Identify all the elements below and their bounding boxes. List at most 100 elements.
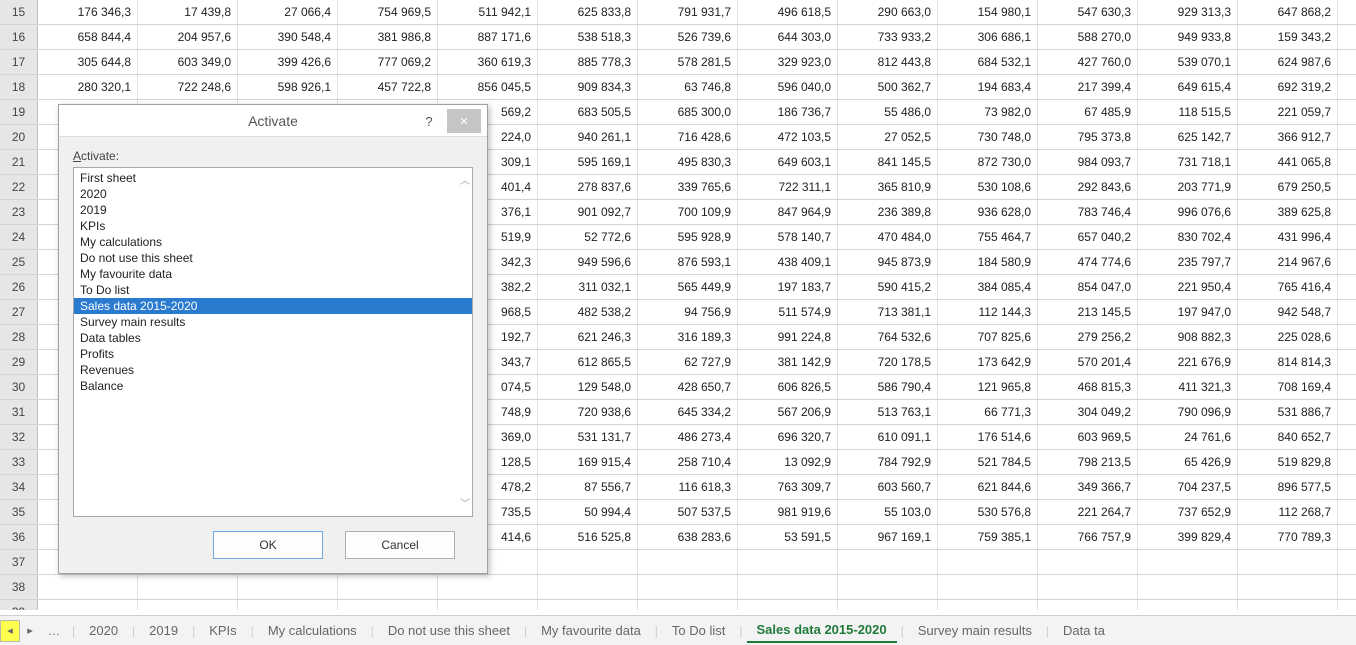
cell[interactable]: 606 826,5: [738, 375, 838, 399]
cell[interactable]: 679 250,5: [1238, 175, 1338, 199]
cell[interactable]: 339 765,6: [638, 175, 738, 199]
sheet-tab[interactable]: 2020: [79, 619, 128, 642]
sheet-tab[interactable]: Sales data 2015-2020: [747, 618, 897, 643]
cell[interactable]: 649 615,4: [1138, 75, 1238, 99]
cell[interactable]: 733 933,2: [838, 25, 938, 49]
cell[interactable]: 154 980,1: [938, 0, 1038, 24]
cell[interactable]: 486 273,4: [638, 425, 738, 449]
cell[interactable]: 759 385,1: [938, 525, 1038, 549]
cell[interactable]: 716 428,6: [638, 125, 738, 149]
cell[interactable]: 791 931,7: [638, 0, 738, 24]
cell[interactable]: 519 829,8: [1238, 450, 1338, 474]
list-item[interactable]: Profits: [74, 346, 472, 362]
cell[interactable]: 586 790,4: [838, 375, 938, 399]
cell[interactable]: 53 591,5: [738, 525, 838, 549]
cell[interactable]: 812 443,8: [838, 50, 938, 74]
cell[interactable]: 159 343,2: [1238, 25, 1338, 49]
cell[interactable]: 638 283,6: [638, 525, 738, 549]
cell[interactable]: 441 065,8: [1238, 150, 1338, 174]
cell[interactable]: 595 169,1: [538, 150, 638, 174]
list-item[interactable]: KPIs: [74, 218, 472, 234]
list-item[interactable]: Balance: [74, 378, 472, 394]
cell[interactable]: [1238, 600, 1338, 610]
cell[interactable]: 588 270,0: [1038, 25, 1138, 49]
cell[interactable]: 942 548,7: [1238, 300, 1338, 324]
cell[interactable]: [438, 600, 538, 610]
cell[interactable]: 692 319,2: [1238, 75, 1338, 99]
cell[interactable]: 766 757,9: [1038, 525, 1138, 549]
cell[interactable]: [1138, 550, 1238, 574]
cell[interactable]: [1038, 600, 1138, 610]
cell[interactable]: 949 933,8: [1138, 25, 1238, 49]
cancel-button[interactable]: Cancel: [345, 531, 455, 559]
cell[interactable]: 539 070,1: [1138, 50, 1238, 74]
cell[interactable]: 929 313,3: [1138, 0, 1238, 24]
cell[interactable]: [738, 600, 838, 610]
cell[interactable]: 279 256,2: [1038, 325, 1138, 349]
sheet-tab[interactable]: Data ta: [1053, 619, 1115, 642]
cell[interactable]: 468 815,3: [1038, 375, 1138, 399]
cell[interactable]: 411 321,3: [1138, 375, 1238, 399]
cell[interactable]: 996 076,6: [1138, 200, 1238, 224]
cell[interactable]: [538, 575, 638, 599]
cell[interactable]: 516 525,8: [538, 525, 638, 549]
cell[interactable]: 731 718,1: [1138, 150, 1238, 174]
cell[interactable]: [1138, 600, 1238, 610]
cell[interactable]: [338, 600, 438, 610]
scroll-up-icon[interactable]: ︿: [460, 172, 470, 187]
cell[interactable]: 777 069,2: [338, 50, 438, 74]
cell[interactable]: 214 967,6: [1238, 250, 1338, 274]
cell[interactable]: 765 416,4: [1238, 275, 1338, 299]
cell[interactable]: 755 464,7: [938, 225, 1038, 249]
row-header[interactable]: 19: [0, 100, 38, 124]
cell[interactable]: 17 439,8: [138, 0, 238, 24]
cell[interactable]: 565 449,9: [638, 275, 738, 299]
cell[interactable]: 482 538,2: [538, 300, 638, 324]
row-header[interactable]: 35: [0, 500, 38, 524]
row-header[interactable]: 37: [0, 550, 38, 574]
cell[interactable]: [338, 575, 438, 599]
cell[interactable]: 169 915,4: [538, 450, 638, 474]
cell[interactable]: 908 882,3: [1138, 325, 1238, 349]
cell[interactable]: 176 346,3: [38, 0, 138, 24]
cell[interactable]: 496 618,5: [738, 0, 838, 24]
cell[interactable]: [738, 575, 838, 599]
cell[interactable]: 840 652,7: [1238, 425, 1338, 449]
sheet-tab[interactable]: Survey main results: [908, 619, 1042, 642]
cell[interactable]: 830 702,4: [1138, 225, 1238, 249]
cell[interactable]: 530 108,6: [938, 175, 1038, 199]
cell[interactable]: 784 792,9: [838, 450, 938, 474]
sheet-tab[interactable]: 2019: [139, 619, 188, 642]
list-item[interactable]: Sales data 2015-2020: [74, 298, 472, 314]
cell[interactable]: 290 663,0: [838, 0, 938, 24]
list-item[interactable]: My calculations: [74, 234, 472, 250]
cell[interactable]: 764 532,6: [838, 325, 938, 349]
cell[interactable]: 399 829,4: [1138, 525, 1238, 549]
cell[interactable]: 856 045,5: [438, 75, 538, 99]
cell[interactable]: 798 213,5: [1038, 450, 1138, 474]
cell[interactable]: 389 625,8: [1238, 200, 1338, 224]
row-header[interactable]: 26: [0, 275, 38, 299]
row-header[interactable]: 28: [0, 325, 38, 349]
cell[interactable]: 366 912,7: [1238, 125, 1338, 149]
cell[interactable]: 292 843,6: [1038, 175, 1138, 199]
cell[interactable]: 814 814,3: [1238, 350, 1338, 374]
cell[interactable]: 612 865,5: [538, 350, 638, 374]
cell[interactable]: 841 145,5: [838, 150, 938, 174]
cell[interactable]: 50 994,4: [538, 500, 638, 524]
sheet-tab[interactable]: To Do list: [662, 619, 735, 642]
cell[interactable]: 685 300,0: [638, 100, 738, 124]
cell[interactable]: 203 771,9: [1138, 175, 1238, 199]
cell[interactable]: 795 373,8: [1038, 125, 1138, 149]
row-header[interactable]: 38: [0, 575, 38, 599]
cell[interactable]: 176 514,6: [938, 425, 1038, 449]
cell[interactable]: 570 201,4: [1038, 350, 1138, 374]
cell[interactable]: 304 049,2: [1038, 400, 1138, 424]
cell[interactable]: [138, 600, 238, 610]
cell[interactable]: 657 040,2: [1038, 225, 1138, 249]
sheet-tab[interactable]: KPIs: [199, 619, 246, 642]
cell[interactable]: 896 577,5: [1238, 475, 1338, 499]
cell[interactable]: 649 603,1: [738, 150, 838, 174]
row-header[interactable]: 24: [0, 225, 38, 249]
cell[interactable]: 603 349,0: [138, 50, 238, 74]
